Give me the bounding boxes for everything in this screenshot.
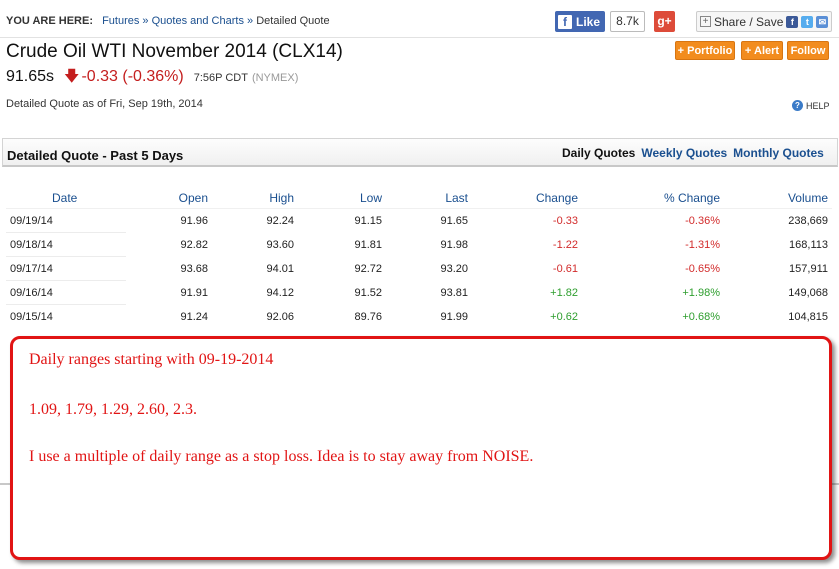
breadcrumb-link-quotes-charts[interactable]: Quotes and Charts [152,15,244,27]
facebook-like-count: 8.7k [610,11,645,32]
share-save-button[interactable]: + Share / Save f t ✉ [696,11,832,32]
price-change: -0.33 (-0.36%) [81,68,184,85]
cell-last: 93.20 [440,263,468,275]
google-plus-button[interactable]: g+ [654,11,675,32]
cell-change: -0.33 [552,215,578,227]
facebook-icon: f [558,14,572,29]
cell-volume: 157,911 [789,263,828,275]
cell-volume: 238,669 [788,215,828,227]
down-arrow-icon: 🡇 [64,68,80,85]
annotation-line-values: 1.09, 1.79, 1.29, 2.60, 2.3. [29,401,197,418]
cell-volume: 104,815 [788,311,828,323]
column-header-volume: Volume [787,191,828,205]
cell-high: 94.12 [266,287,294,299]
page-title: Crude Oil WTI November 2014 (CLX14) [6,41,343,62]
cell-low: 91.15 [354,215,382,227]
breadcrumb: YOU ARE HERE: Futures » Quotes and Chart… [6,15,330,27]
cell-date: 09/18/14 [10,239,53,251]
tab-weekly-quotes[interactable]: Weekly Quotes [641,146,727,160]
breadcrumb-separator: » [247,15,254,27]
column-header-date: Date [52,191,78,205]
cell-open: 91.96 [180,215,208,227]
cell-date: 09/17/14 [10,263,53,275]
cell-date: 09/15/14 [10,311,53,323]
column-header-last: Last [445,191,468,205]
breadcrumb-current: Detailed Quote [256,15,330,27]
cell-pct-change: -0.65% [685,263,720,275]
cell-last: 91.98 [440,239,468,251]
as-of-date: Detailed Quote as of Fri, Sep 19th, 2014 [6,98,203,110]
column-header-low: Low [359,191,382,205]
cell-pct-change: -0.36% [685,215,720,227]
cell-open: 91.24 [180,311,208,323]
cell-low: 92.72 [354,263,382,275]
cell-date: 09/19/14 [10,215,53,227]
cell-date: 09/16/14 [10,287,53,299]
breadcrumb-separator: » [142,15,149,27]
table-header: Date Open High Low Last Change % Change … [6,184,832,209]
annotation-callout: Daily ranges starting with 09-19-2014 1.… [10,336,832,560]
cell-pct-change: -1.31% [685,239,720,251]
add-portfolio-button[interactable]: + Portfolio [675,41,735,60]
cell-last: 93.81 [440,287,468,299]
quotes-table: Date Open High Low Last Change % Change … [6,184,832,329]
cell-high: 92.24 [266,215,294,227]
top-bar: YOU ARE HERE: Futures » Quotes and Chart… [0,0,839,38]
cell-open: 93.68 [180,263,208,275]
cell-change: +0.62 [550,311,578,323]
annotation-line-stop-loss: I use a multiple of daily range as a sto… [29,448,534,465]
table-row: 09/15/14 91.24 92.06 89.76 91.99 +0.62 +… [6,305,832,329]
cell-change: -0.61 [552,263,578,275]
cell-open: 92.82 [180,239,208,251]
column-header-pct-change: % Change [663,191,720,205]
last-price: 91.65s [6,68,55,85]
cell-high: 94.01 [266,263,294,275]
quote-period-tabs: Daily Quotes Weekly Quotes Monthly Quote… [562,146,824,160]
cell-low: 91.52 [354,287,382,299]
cell-high: 92.06 [266,311,294,323]
cell-change: +1.82 [550,287,578,299]
twitter-share-icon[interactable]: t [801,15,814,28]
cell-volume: 149,068 [788,287,828,299]
facebook-like-button[interactable]: f Like [555,11,605,32]
price-row: 91.65s 🡇 -0.33 (-0.36%) 7:56P CDT (NYMEX… [6,66,298,91]
cell-last: 91.65 [440,215,468,227]
help-icon: ? [792,100,803,111]
help-label: HELP [806,100,830,111]
detailed-quote-section-header: Detailed Quote - Past 5 Days Daily Quote… [2,138,838,167]
annotation-line-ranges: Daily ranges starting with 09-19-2014 [29,351,274,368]
plus-icon: + [700,16,711,27]
cell-pct-change: +1.98% [682,287,720,299]
table-row: 09/19/14 91.96 92.24 91.15 91.65 -0.33 -… [6,209,832,233]
breadcrumb-label: YOU ARE HERE: [6,15,93,27]
breadcrumb-link-futures[interactable]: Futures [102,15,139,27]
table-row: 09/17/14 93.68 94.01 92.72 93.20 -0.61 -… [6,257,832,281]
cell-open: 91.91 [180,287,208,299]
cell-low: 91.81 [354,239,382,251]
tab-monthly-quotes[interactable]: Monthly Quotes [733,146,824,160]
cell-change: -1.22 [552,239,578,251]
section-title: Detailed Quote - Past 5 Days [7,148,184,163]
tab-daily-quotes[interactable]: Daily Quotes [562,146,635,160]
cell-volume: 168,113 [789,239,828,251]
exchange-label: (NYMEX) [251,72,299,84]
cell-last: 91.99 [440,311,468,323]
add-alert-button[interactable]: + Alert [741,41,783,60]
help-link[interactable]: ? HELP [792,100,830,111]
column-header-high: High [269,191,294,205]
share-save-label: Share / Save [714,14,784,29]
column-header-change: Change [535,191,578,205]
follow-button[interactable]: Follow [787,41,829,60]
facebook-share-icon[interactable]: f [786,15,799,28]
facebook-like-label: Like [576,14,601,29]
email-share-icon[interactable]: ✉ [816,15,829,28]
table-row: 09/18/14 92.82 93.60 91.81 91.98 -1.22 -… [6,233,832,257]
table-row: 09/16/14 91.91 94.12 91.52 93.81 +1.82 +… [6,281,832,305]
cell-pct-change: +0.68% [682,311,720,323]
cell-high: 93.60 [266,239,294,251]
cell-low: 89.76 [354,311,382,323]
column-header-open: Open [178,191,208,205]
quote-time: 7:56P CDT [193,72,248,84]
